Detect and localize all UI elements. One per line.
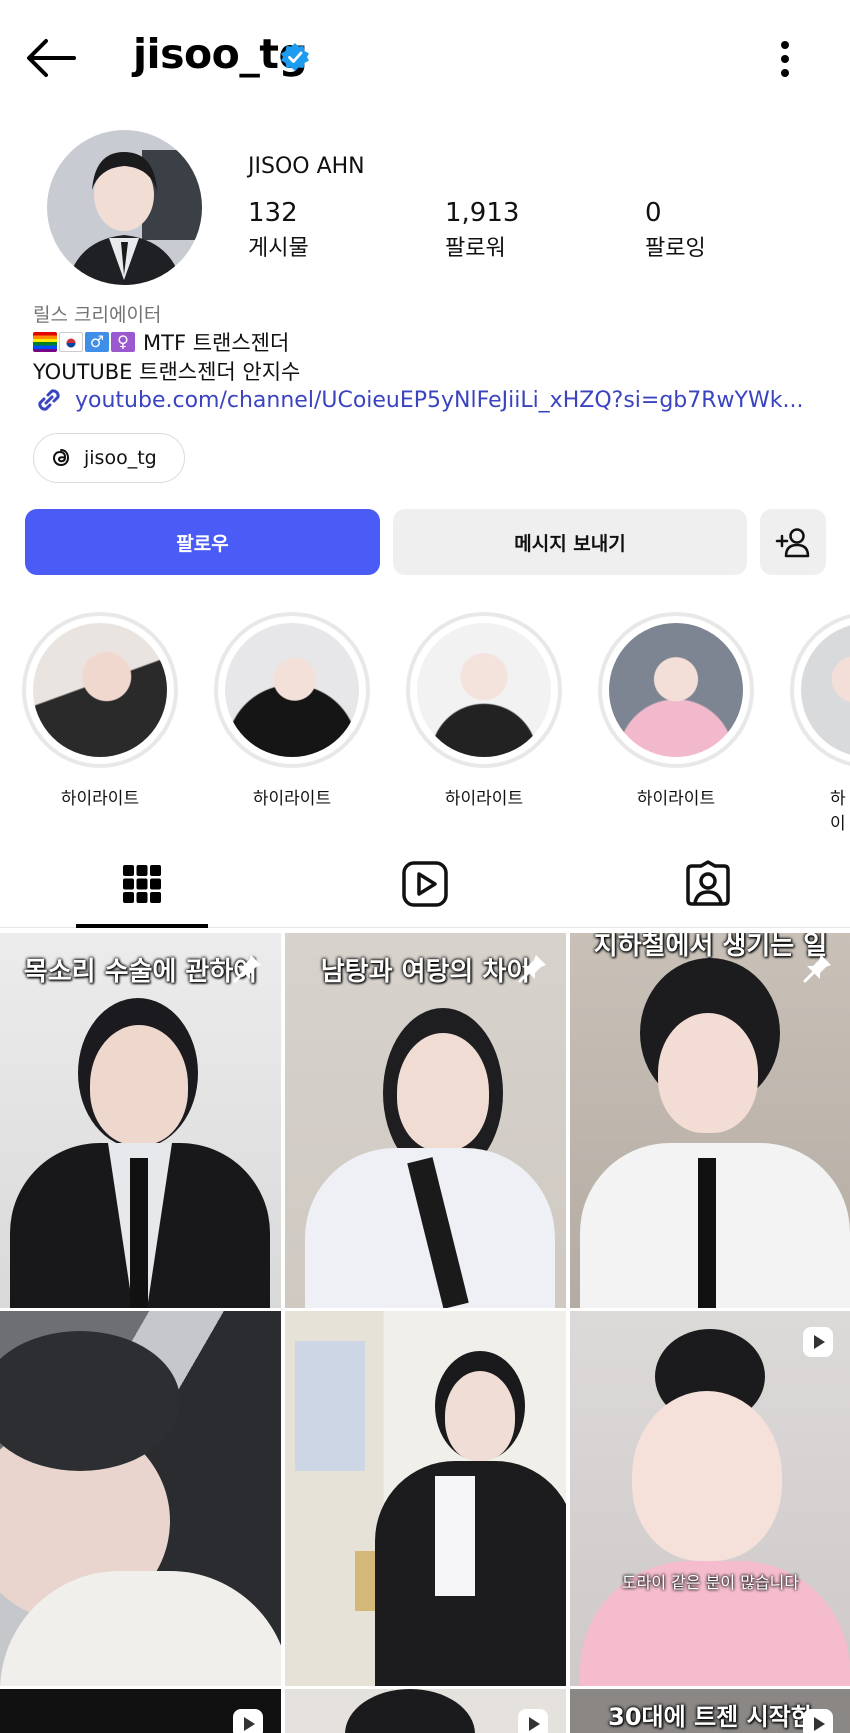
highlight-cover	[417, 623, 551, 757]
profile-link[interactable]: youtube.com/channel/UCoieuEP5yNlFeJiiLi_…	[33, 384, 823, 416]
profile-link-text[interactable]: youtube.com/channel/UCoieuEP5yNlFeJiiLi_…	[75, 388, 805, 413]
female-sign-icon: ♀	[111, 332, 135, 352]
post-thumbnail[interactable]	[0, 1311, 281, 1686]
highlight-label: 하이라이트	[636, 789, 716, 809]
posts-count[interactable]: 132 게시물	[248, 198, 309, 262]
pin-icon	[803, 955, 831, 983]
story-highlight[interactable]: 하이라이트	[214, 612, 370, 809]
reel-icon	[803, 1709, 833, 1733]
tab-reels[interactable]	[359, 840, 491, 928]
posts-count-value: 132	[248, 198, 298, 228]
story-highlight[interactable]: 하이	[790, 612, 850, 834]
highlight-cover	[225, 623, 359, 757]
post-thumbnail[interactable]: 30대에 트젠 시작한	[570, 1689, 850, 1733]
highlight-cover	[33, 623, 167, 757]
korea-flag-icon	[59, 332, 83, 352]
highlight-label: 하이라이트	[252, 789, 332, 809]
pin-icon	[233, 955, 261, 983]
link-icon	[38, 389, 60, 411]
tagged-icon	[686, 860, 730, 906]
post-thumbnail[interactable]: 목소리 수술에 관하여	[0, 933, 281, 1308]
pin-icon	[518, 955, 546, 983]
story-highlight[interactable]: 하이라이트	[22, 612, 178, 809]
posts-count-label: 게시물	[248, 236, 309, 261]
highlight-cover	[609, 623, 743, 757]
followers-count-label: 팔로워	[445, 236, 506, 261]
profile-tabs	[0, 840, 850, 928]
post-thumbnail[interactable]: 도라이 같은 분이 많습니다	[570, 1311, 850, 1686]
profile-category: 릴스 크리에이터	[33, 304, 162, 326]
highlight-label: 하이라이트	[60, 789, 140, 809]
post-thumbnail[interactable]: 지하철에서 생기는 일	[570, 933, 850, 1308]
tab-posts-grid[interactable]	[76, 840, 208, 928]
bio-line-1: ♂ ♀ MTF 트랜스젠더	[33, 327, 289, 357]
follow-button[interactable]: 팔로우	[25, 509, 380, 575]
story-highlight[interactable]: 하이라이트	[406, 612, 562, 809]
post-thumbnail[interactable]	[285, 1689, 566, 1733]
followers-count[interactable]: 1,913 팔로워	[445, 198, 519, 262]
back-arrow-icon[interactable]	[24, 36, 78, 80]
reel-icon	[233, 1709, 263, 1733]
grid-icon	[123, 865, 161, 903]
following-count[interactable]: 0 팔로잉	[645, 198, 706, 262]
profile-full-name: JISOO AHN	[248, 154, 365, 179]
add-user-icon	[775, 528, 810, 558]
highlight-cover	[801, 623, 850, 757]
active-tab-indicator	[76, 924, 208, 928]
followers-count-value: 1,913	[445, 198, 520, 228]
highlight-label: 하이	[830, 789, 846, 834]
threads-icon	[52, 449, 70, 467]
bio-line-1-text: MTF 트랜스젠더	[143, 331, 290, 355]
verified-badge-icon	[281, 43, 309, 71]
story-highlight[interactable]: 하이라이트	[598, 612, 754, 809]
rainbow-flag-icon	[33, 332, 57, 352]
message-button[interactable]: 메시지 보내기	[393, 509, 747, 575]
more-options-icon[interactable]	[770, 38, 800, 80]
reel-icon	[518, 1709, 548, 1733]
suggest-people-button[interactable]	[760, 509, 826, 575]
following-count-label: 팔로잉	[645, 236, 706, 261]
male-sign-icon: ♂	[85, 332, 109, 352]
reel-icon	[803, 1327, 833, 1357]
threads-handle: jisoo_tg	[84, 447, 157, 469]
highlight-label: 하이라이트	[444, 789, 524, 809]
reels-icon	[402, 861, 448, 907]
bio-line-2: YOUTUBE 트랜스젠더 안지수	[33, 360, 301, 384]
post-thumbnail[interactable]: 남탕과 여탕의 차이	[285, 933, 566, 1308]
top-bar: jisoo_tg	[0, 0, 850, 116]
threads-profile-chip[interactable]: jisoo_tg	[33, 433, 185, 483]
post-thumbnail[interactable]	[0, 1689, 281, 1733]
tab-tagged[interactable]	[642, 840, 774, 928]
profile-avatar[interactable]	[47, 130, 202, 285]
following-count-value: 0	[645, 198, 662, 228]
post-thumbnail[interactable]	[285, 1311, 566, 1686]
post-subtitle: 도라이 같은 분이 많습니다	[621, 1573, 800, 1592]
